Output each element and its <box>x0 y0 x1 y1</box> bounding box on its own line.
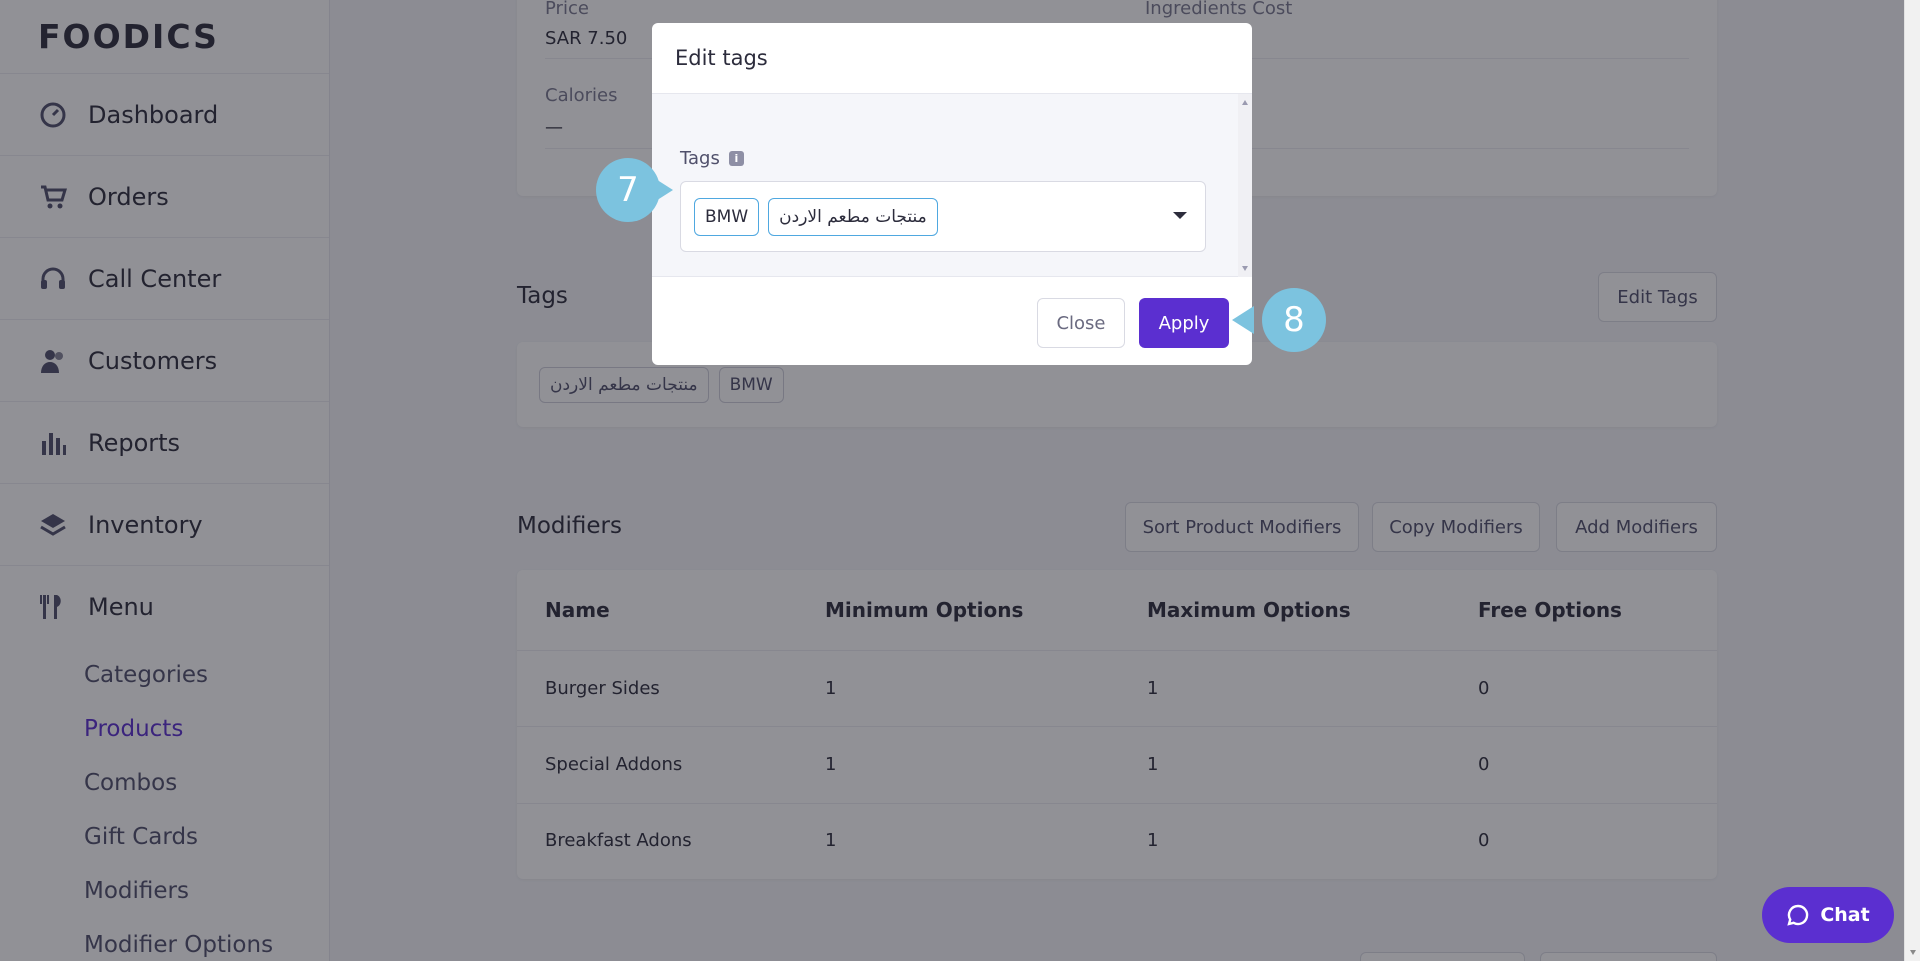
step-callout-8: 8 <box>1262 288 1326 352</box>
modal-title: Edit tags <box>652 23 1252 94</box>
chat-label: Chat <box>1820 904 1870 926</box>
tags-label-text: Tags <box>680 148 720 169</box>
selected-tag-chip[interactable]: BMW <box>694 197 760 236</box>
chat-button[interactable]: Chat <box>1762 887 1894 943</box>
selected-tag-chip[interactable]: منتجات مطعم الاردن <box>768 197 938 236</box>
modal-scrollbar[interactable] <box>1238 94 1252 277</box>
callout-pointer <box>651 176 673 204</box>
tags-field-label: Tags i <box>680 148 744 169</box>
tags-select[interactable]: BMW منتجات مطعم الاردن <box>680 181 1206 252</box>
page-scrollbar[interactable] <box>1904 0 1920 961</box>
scroll-down-icon[interactable] <box>1910 950 1916 955</box>
modal-body: Tags i BMW منتجات مطعم الاردن <box>652 94 1252 277</box>
chevron-down-icon[interactable] <box>1173 212 1187 219</box>
apply-button[interactable]: Apply <box>1139 298 1229 348</box>
scroll-up-icon[interactable] <box>1242 100 1248 105</box>
edit-tags-modal: Edit tags Tags i BMW منتجات مطعم الاردن … <box>652 23 1252 365</box>
info-icon[interactable]: i <box>728 151 744 166</box>
scroll-down-icon[interactable] <box>1242 266 1248 271</box>
close-button[interactable]: Close <box>1037 298 1125 348</box>
callout-pointer <box>1232 306 1254 334</box>
chat-bubble-icon <box>1786 903 1810 927</box>
